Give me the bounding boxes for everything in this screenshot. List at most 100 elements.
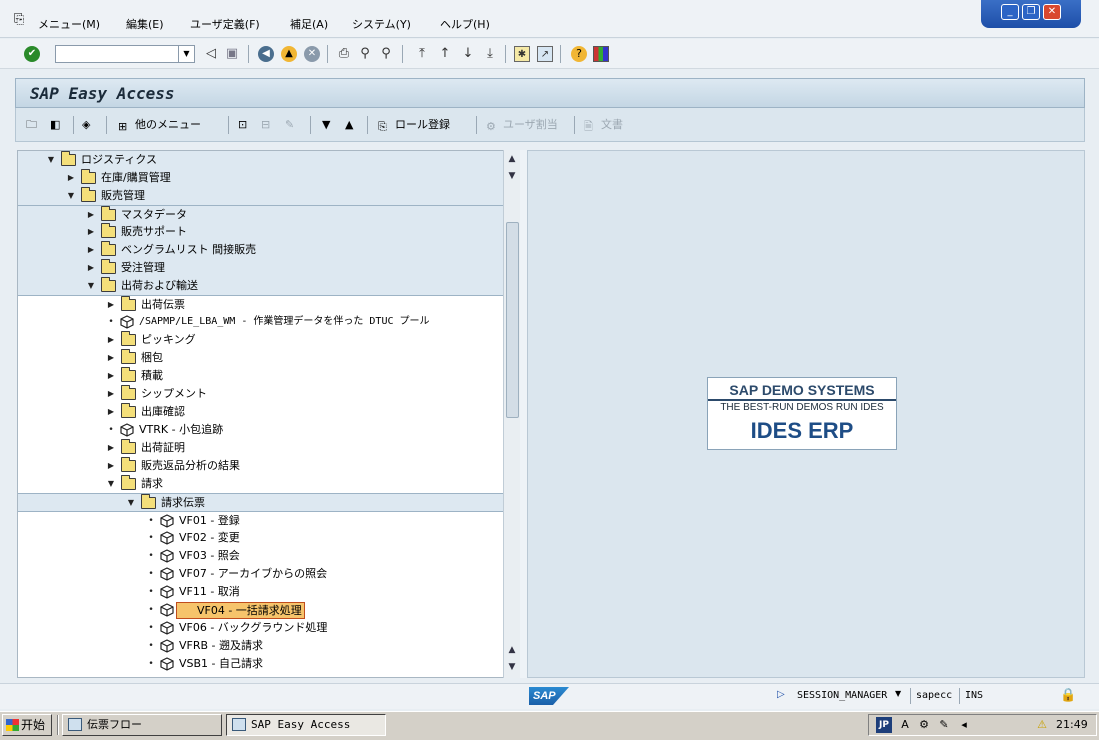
expand-icon[interactable]: ▶ [86, 206, 96, 224]
tree-node-vf03[interactable]: • VF03 - 照会 [18, 547, 504, 565]
move-down-icon[interactable]: ▼ [322, 116, 330, 134]
tree-node-vf01[interactable]: • VF01 - 登録 [18, 511, 504, 529]
tree-node-returns-analysis[interactable]: ▶ 販売返品分析の結果 [18, 457, 504, 475]
menu-item-help[interactable]: ヘルプ(H) [440, 16, 490, 32]
move-up-icon[interactable]: ▲ [345, 116, 353, 134]
scrollbar-thumb[interactable] [506, 222, 519, 418]
help-icon[interactable]: ? [571, 46, 587, 62]
tree-node-dtuc-pool[interactable]: • /SAPMP/LE_LBA_WM - 作業管理データを伴った DTUC プール [18, 313, 504, 331]
tree-node-vfrb[interactable]: • VFRB - 遡及請求 [18, 637, 504, 655]
pane-splitter[interactable] [520, 150, 527, 678]
tree-node-shipment[interactable]: ▶ シップメント [18, 385, 504, 403]
scroll-up-page-icon[interactable]: ▼ [506, 170, 518, 182]
expand-icon[interactable]: ▶ [106, 367, 116, 385]
menu-item-system[interactable]: システム(Y) [352, 16, 411, 32]
first-page-icon[interactable]: ⤒ [414, 46, 430, 62]
collapse-icon[interactable]: ▼ [46, 151, 56, 169]
tree-node-vf04-selected[interactable]: • VF04 - 一括請求処理 [18, 601, 504, 619]
expand-icon[interactable]: ▶ [106, 385, 116, 403]
collapse-icon[interactable]: ▼ [126, 494, 136, 512]
tree-node-master-data[interactable]: ▶ マスタデータ [18, 205, 504, 223]
restore-icon[interactable]: ❐ [1022, 4, 1040, 20]
tree-node-packing[interactable]: ▶ 梱包 [18, 349, 504, 367]
scroll-up-icon[interactable]: ▲ [506, 153, 518, 165]
expand-icon[interactable]: ▶ [106, 439, 116, 457]
ime-indicator[interactable]: JP [876, 717, 892, 733]
chevron-down-icon[interactable]: ▼ [178, 46, 194, 62]
task-button-document-flow[interactable]: 伝票フロー [62, 714, 222, 736]
tree-node-order-management[interactable]: ▶ 受注管理 [18, 259, 504, 277]
role-register-button[interactable]: ⎘ ロール登録 [378, 116, 450, 134]
find-icon[interactable]: ⚲ [357, 46, 373, 62]
menu-item-edit[interactable]: 編集(E) [126, 16, 164, 32]
scroll-down-icon[interactable]: ▼ [506, 661, 518, 673]
task-button-easy-access[interactable]: SAP Easy Access [226, 714, 386, 736]
minimize-icon[interactable]: _ [1001, 4, 1019, 20]
back-nav-icon[interactable]: ◁ [203, 46, 219, 62]
menu-item-extras[interactable]: 補足(A) [290, 16, 328, 32]
tree-node-sales[interactable]: ▼ 販売管理 [18, 187, 504, 205]
scroll-down-page-icon[interactable]: ▲ [506, 644, 518, 656]
print-icon[interactable]: ⎙ [336, 46, 352, 62]
tree-node-logistics[interactable]: ▼ ロジスティクス [18, 151, 504, 169]
collapse-icon[interactable]: ▼ [86, 277, 96, 295]
save-icon[interactable]: ▣ [224, 46, 240, 62]
other-menu-button[interactable]: ⊞ 他のメニュー [118, 116, 201, 134]
tree-node-picking[interactable]: ▶ ピッキング [18, 331, 504, 349]
close-icon[interactable]: ✕ [1043, 4, 1061, 20]
last-page-icon[interactable]: ⤓ [482, 46, 498, 62]
previous-page-icon[interactable]: ↑ [437, 46, 453, 62]
ime-settings-icon[interactable]: ⚙ [916, 717, 932, 733]
expand-icon[interactable]: ▶ [86, 259, 96, 277]
lock-icon[interactable]: 🔒 [1060, 688, 1076, 703]
tree-node-inventory[interactable]: ▶ 在庫/購買管理 [18, 169, 504, 187]
tree-node-billing[interactable]: ▼ 請求 [18, 475, 504, 493]
expand-icon[interactable]: ▶ [86, 241, 96, 259]
tree-node-delivery-doc[interactable]: ▶ 出荷伝票 [18, 295, 504, 313]
tree-node-vf02[interactable]: • VF02 - 変更 [18, 529, 504, 547]
collapse-icon[interactable]: ▼ [66, 187, 76, 205]
expand-icon[interactable]: ▶ [106, 457, 116, 475]
menu-item-menu[interactable]: メニュー(M) [38, 16, 100, 32]
tree-node-proof-of-delivery[interactable]: ▶ 出荷証明 [18, 439, 504, 457]
menu-icon[interactable]: ⎘ [14, 12, 24, 27]
tree-node-vf07[interactable]: • VF07 - アーカイブからの照会 [18, 565, 504, 583]
expand-icon[interactable]: ▶ [106, 296, 116, 314]
tree-node-goods-issue[interactable]: ▶ 出庫確認 [18, 403, 504, 421]
tree-scrollbar[interactable]: ▲ ▼ ▲ ▼ [503, 150, 520, 678]
cancel-icon[interactable]: ✕ [304, 46, 320, 62]
status-expand-icon[interactable]: ▷ [777, 689, 785, 700]
user-assign-button[interactable]: ⚙ ユーザ割当 [486, 116, 558, 134]
tree-node-sales-support[interactable]: ▶ 販売サポート [18, 223, 504, 241]
network-icon[interactable]: ◂ [956, 717, 972, 733]
expand-icon[interactable]: ▶ [66, 169, 76, 187]
tree-node-shipping[interactable]: ▼ 出荷および輸送 [18, 277, 504, 295]
exit-icon[interactable]: ▲ [281, 46, 297, 62]
delete-favorite-icon[interactable]: ⊟ [261, 116, 270, 134]
session-dropdown-icon[interactable]: ▼ [895, 689, 901, 698]
add-favorite-icon[interactable]: ⊡ [238, 116, 247, 134]
command-field[interactable]: ▼ [55, 45, 195, 63]
tree-node-billing-doc[interactable]: ▼ 請求伝票 [18, 493, 504, 511]
ime-mode-icon[interactable]: A [897, 717, 913, 733]
enter-icon[interactable]: ✔ [24, 46, 40, 62]
tree-node-vtrk[interactable]: • VTRK - 小包追跡 [18, 421, 504, 439]
expand-icon[interactable]: ▶ [106, 331, 116, 349]
tree-node-loading[interactable]: ▶ 積載 [18, 367, 504, 385]
document-button[interactable]: 🗎 文書 [584, 116, 623, 134]
back-icon[interactable]: ◀ [258, 46, 274, 62]
tree-node-indirect-sales[interactable]: ▶ ベングラムリスト 間接販売 [18, 241, 504, 259]
shortcut-icon[interactable]: ↗ [537, 46, 553, 62]
new-session-icon[interactable]: ✱ [514, 46, 530, 62]
ime-dictionary-icon[interactable]: ✎ [936, 717, 952, 733]
menu-item-user-settings[interactable]: ユーザ定義(F) [190, 16, 260, 32]
collapse-icon[interactable]: ▼ [106, 475, 116, 493]
expand-icon[interactable]: ▶ [86, 223, 96, 241]
expand-icon[interactable]: ▶ [106, 403, 116, 421]
tree-node-vsb1[interactable]: • VSB1 - 自己請求 [18, 655, 504, 673]
find-next-icon[interactable]: ⚲ [378, 46, 394, 62]
tree-node-vf11[interactable]: • VF11 - 取消 [18, 583, 504, 601]
tree-node-vf06[interactable]: • VF06 - バックグラウンド処理 [18, 619, 504, 637]
expand-icon[interactable]: ▶ [106, 349, 116, 367]
warning-icon[interactable]: ⚠ [1034, 717, 1050, 733]
